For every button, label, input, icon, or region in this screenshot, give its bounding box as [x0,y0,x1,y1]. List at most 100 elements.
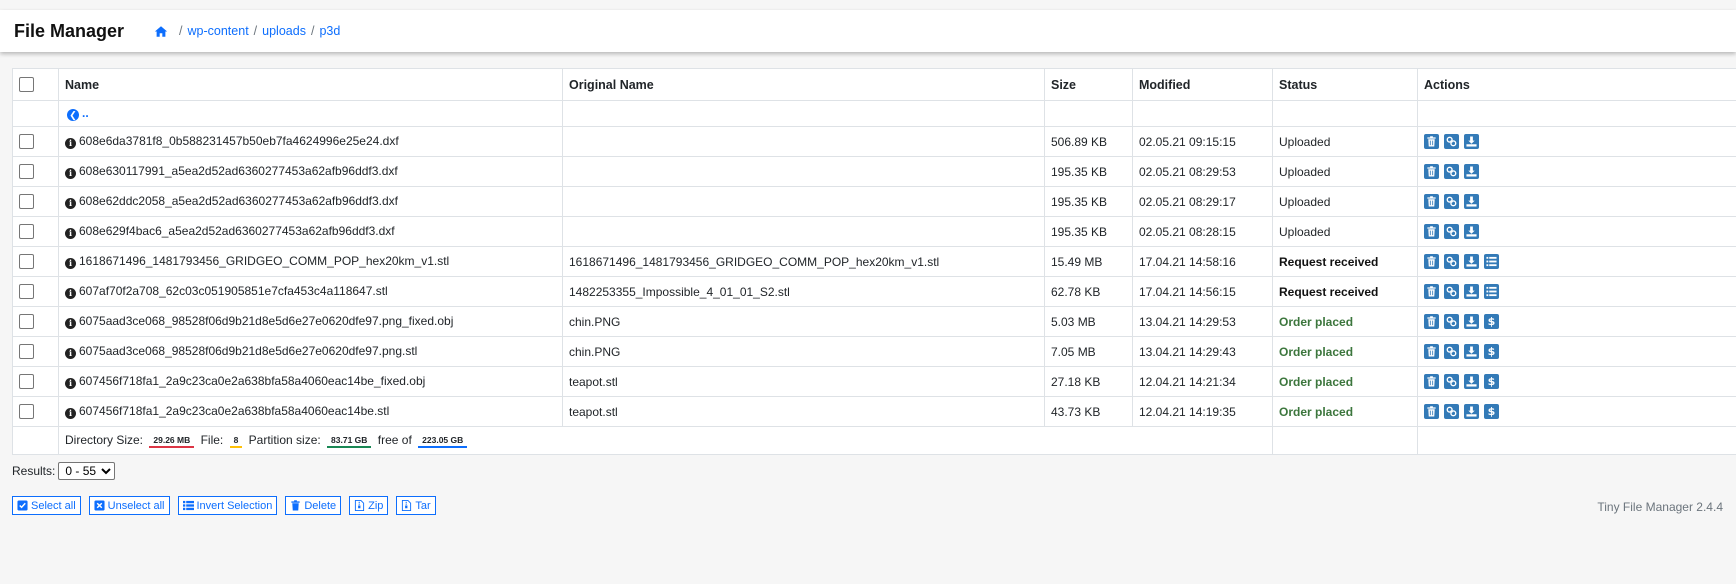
link-icon[interactable] [1444,134,1459,149]
select-all-checkbox[interactable] [19,77,34,93]
file-size-cell: 43.73 KB [1044,396,1133,427]
row-checkbox[interactable] [19,164,34,180]
info-circle-icon[interactable]: i [65,138,76,149]
zip-button[interactable]: Zip [349,496,389,515]
file-size-cell: 195.35 KB [1044,156,1133,187]
row-checkbox[interactable] [19,284,34,300]
delete-icon[interactable] [1424,254,1439,269]
breadcrumb-item-uploads[interactable]: uploads [262,24,306,38]
info-circle-icon[interactable]: i [65,198,76,209]
info-circle-icon[interactable]: i [65,378,76,389]
info-circle-icon[interactable]: i [65,318,76,329]
delete-icon[interactable] [1424,134,1439,149]
dollar-icon[interactable]: $ [1484,374,1499,389]
download-icon[interactable] [1464,224,1479,239]
link-icon[interactable] [1444,374,1459,389]
table-row: i 608e6da3781f8_0b588231457b50eb7fa462499… [12,126,1736,157]
file-name[interactable]: 608e62ddc2058_a5ea2d52ad6360277453a62afb… [79,194,398,208]
link-icon[interactable] [1444,284,1459,299]
file-name[interactable]: 607456f718fa1_2a9c23ca0e2a638bfa58a4060e… [79,404,389,418]
row-checkbox[interactable] [19,134,34,150]
column-header-original-name[interactable]: Original Name [562,68,1045,101]
row-checkbox[interactable] [19,224,34,240]
file-count-badge: 8 [229,434,243,448]
breadcrumb-item-p3d[interactable]: p3d [319,24,340,38]
download-icon[interactable] [1464,254,1479,269]
dollar-icon[interactable]: $ [1484,344,1499,359]
download-icon[interactable] [1464,344,1479,359]
row-actions [1424,254,1730,269]
link-icon[interactable] [1444,314,1459,329]
table-row: i 608e630117991_a5ea2d52ad6360277453a62af… [12,156,1736,187]
list-icon[interactable] [1484,284,1499,299]
row-checkbox[interactable] [19,194,34,210]
delete-icon[interactable] [1424,194,1439,209]
info-circle-icon[interactable]: i [65,408,76,419]
link-icon[interactable] [1444,254,1459,269]
results-select[interactable]: 0 - 55 [58,462,116,480]
dollar-icon[interactable]: $ [1484,314,1499,329]
download-icon[interactable] [1464,194,1479,209]
trash-icon [290,500,301,511]
delete-icon[interactable] [1424,314,1439,329]
row-checkbox[interactable] [19,314,34,330]
tar-button[interactable]: Tar [396,496,436,515]
info-circle-icon[interactable]: i [65,258,76,269]
row-checkbox[interactable] [19,254,34,270]
file-name[interactable]: 608e629f4bac6_a5ea2d52ad6360277453a62afb… [79,224,395,238]
column-header-status[interactable]: Status [1272,68,1418,101]
link-icon[interactable] [1444,194,1459,209]
info-circle-icon[interactable]: i [65,348,76,359]
select-all-button[interactable]: Select all [12,496,81,515]
unselect-all-button[interactable]: Unselect all [88,496,170,515]
file-size-cell: 195.35 KB [1044,216,1133,247]
file-name-cell: i 608e630117991_a5ea2d52ad6360277453a62af… [58,156,563,187]
link-icon[interactable] [1444,164,1459,179]
row-checkbox[interactable] [19,404,34,420]
column-header-modified[interactable]: Modified [1132,68,1273,101]
app-title[interactable]: File Manager [14,21,124,42]
download-icon[interactable] [1464,134,1479,149]
download-icon[interactable] [1464,164,1479,179]
parent-directory-link[interactable]: ❮.. [58,100,563,127]
link-icon[interactable] [1444,224,1459,239]
link-icon[interactable] [1444,344,1459,359]
file-name[interactable]: 1618671496_1481793456_GRIDGEO_COMM_POP_h… [79,254,449,268]
column-header-name[interactable]: Name [58,68,563,101]
delete-icon[interactable] [1424,404,1439,419]
download-icon[interactable] [1464,404,1479,419]
file-name[interactable]: 607af70f2a708_62c03c051905851e7cfa453c4a… [79,284,388,298]
actions-cell [1417,186,1736,217]
file-name[interactable]: 6075aad3ce068_98528f06d9b21d8e5d6e27e062… [79,314,453,328]
download-icon[interactable] [1464,314,1479,329]
download-icon[interactable] [1464,374,1479,389]
delete-icon[interactable] [1424,374,1439,389]
file-name[interactable]: 6075aad3ce068_98528f06d9b21d8e5d6e27e062… [79,344,417,358]
original-name-cell [562,216,1045,247]
download-icon[interactable] [1464,284,1479,299]
delete-icon[interactable] [1424,164,1439,179]
file-name[interactable]: 608e6da3781f8_0b588231457b50eb7fa4624996… [79,134,399,148]
home-icon[interactable] [154,25,168,38]
info-circle-icon[interactable]: i [65,288,76,299]
file-name[interactable]: 607456f718fa1_2a9c23ca0e2a638bfa58a4060e… [79,374,425,388]
status-cell: Uploaded [1272,126,1418,157]
delete-icon[interactable] [1424,224,1439,239]
status-cell: Uploaded [1272,186,1418,217]
delete-button[interactable]: Delete [285,496,342,515]
info-circle-icon[interactable]: i [65,168,76,179]
link-icon[interactable] [1444,404,1459,419]
info-circle-icon[interactable]: i [65,228,76,239]
row-checkbox[interactable] [19,344,34,360]
list-icon[interactable] [1484,254,1499,269]
column-header-size[interactable]: Size [1044,68,1133,101]
row-actions [1424,224,1730,239]
row-checkbox[interactable] [19,374,34,390]
invert-selection-button[interactable]: Invert Selection [177,496,278,515]
delete-icon[interactable] [1424,344,1439,359]
file-name-cell: i 608e629f4bac6_a5ea2d52ad6360277453a62af… [58,216,563,247]
breadcrumb-item-wp-content[interactable]: wp-content [188,24,249,38]
file-name[interactable]: 608e630117991_a5ea2d52ad6360277453a62afb… [79,164,398,178]
dollar-icon[interactable]: $ [1484,404,1499,419]
delete-icon[interactable] [1424,284,1439,299]
